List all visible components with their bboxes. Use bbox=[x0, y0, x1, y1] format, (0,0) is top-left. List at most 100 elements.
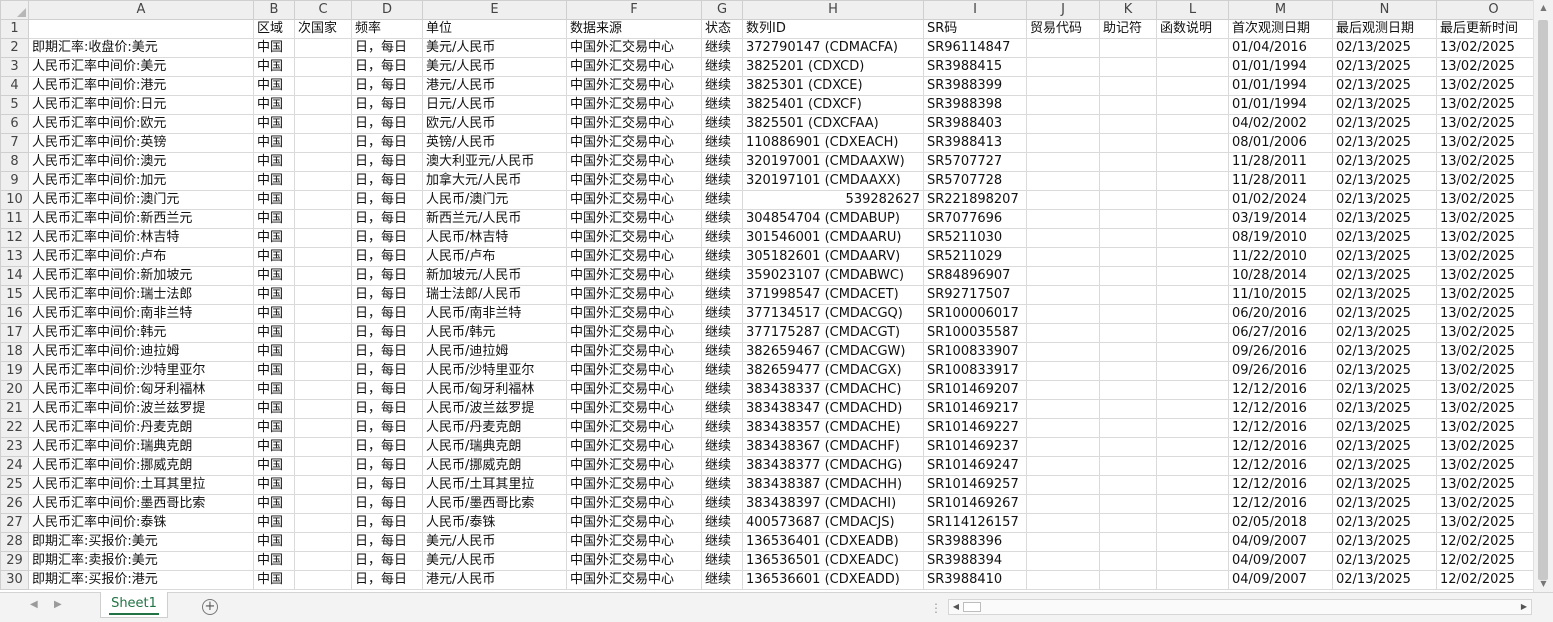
cell[interactable]: 继续 bbox=[701, 95, 743, 115]
column-header-h[interactable]: H bbox=[742, 0, 924, 20]
cell[interactable]: 日，每日 bbox=[351, 38, 423, 58]
cell[interactable]: 中国外汇交易中心 bbox=[566, 437, 702, 457]
cell[interactable]: 即期汇率:收盘价:美元 bbox=[28, 38, 254, 58]
cell[interactable]: 10/28/2014 bbox=[1228, 266, 1333, 286]
cell[interactable]: 03/19/2014 bbox=[1228, 209, 1333, 229]
cell[interactable]: 02/13/2025 bbox=[1332, 361, 1437, 381]
cell[interactable] bbox=[1026, 323, 1100, 343]
cell[interactable]: 377134517 (CMDACGQ) bbox=[742, 304, 924, 324]
cell[interactable]: 08/01/2006 bbox=[1228, 133, 1333, 153]
row-header-15[interactable]: 15 bbox=[0, 285, 29, 305]
cell[interactable] bbox=[1156, 513, 1229, 533]
cell[interactable]: 中国 bbox=[253, 361, 295, 381]
cell[interactable]: 02/13/2025 bbox=[1332, 380, 1437, 400]
cell[interactable]: 12/12/2016 bbox=[1228, 475, 1333, 495]
row-header-20[interactable]: 20 bbox=[0, 380, 29, 400]
cell[interactable] bbox=[1026, 285, 1100, 305]
cell[interactable]: SR3988413 bbox=[923, 133, 1027, 153]
cell[interactable] bbox=[1099, 209, 1157, 229]
cell[interactable] bbox=[294, 342, 352, 362]
cell[interactable]: 3825201 (CDXCD) bbox=[742, 57, 924, 77]
cell[interactable]: SR101469267 bbox=[923, 494, 1027, 514]
cell[interactable]: 中国 bbox=[253, 190, 295, 210]
row-header-19[interactable]: 19 bbox=[0, 361, 29, 381]
cell[interactable]: 320197001 (CMDAAXW) bbox=[742, 152, 924, 172]
cell[interactable]: SR101469247 bbox=[923, 456, 1027, 476]
cell[interactable]: 372790147 (CDMACFA) bbox=[742, 38, 924, 58]
cell[interactable] bbox=[1156, 456, 1229, 476]
cell[interactable]: 11/22/2010 bbox=[1228, 247, 1333, 267]
cell[interactable]: 383438387 (CMDACHH) bbox=[742, 475, 924, 495]
cell[interactable]: 中国 bbox=[253, 57, 295, 77]
cell[interactable] bbox=[294, 76, 352, 96]
cell[interactable]: 110886901 (CDXEACH) bbox=[742, 133, 924, 153]
cell[interactable]: SR114126157 bbox=[923, 513, 1027, 533]
cell[interactable]: 08/19/2010 bbox=[1228, 228, 1333, 248]
cell[interactable]: 13/02/2025 bbox=[1436, 475, 1533, 495]
cell[interactable] bbox=[1026, 114, 1100, 134]
cell[interactable]: 人民币汇率中间价:新加坡元 bbox=[28, 266, 254, 286]
cell[interactable]: 人民币/土耳其里拉 bbox=[422, 475, 567, 495]
cell[interactable] bbox=[1099, 76, 1157, 96]
column-header-e[interactable]: E bbox=[422, 0, 567, 20]
cell[interactable] bbox=[294, 551, 352, 571]
cell[interactable]: 中国外汇交易中心 bbox=[566, 475, 702, 495]
cell[interactable]: 02/13/2025 bbox=[1332, 304, 1437, 324]
cell[interactable]: 人民币汇率中间价:加元 bbox=[28, 171, 254, 191]
cell[interactable]: 瑞士法郎/人民币 bbox=[422, 285, 567, 305]
cell[interactable] bbox=[1099, 380, 1157, 400]
cell[interactable] bbox=[1156, 228, 1229, 248]
cell[interactable] bbox=[1156, 437, 1229, 457]
cell[interactable] bbox=[294, 418, 352, 438]
row-header-2[interactable]: 2 bbox=[0, 38, 29, 58]
cell[interactable]: 人民币/泰铢 bbox=[422, 513, 567, 533]
cell[interactable] bbox=[1156, 475, 1229, 495]
cell[interactable] bbox=[294, 285, 352, 305]
cell[interactable]: 继续 bbox=[701, 437, 743, 457]
cell[interactable] bbox=[1026, 475, 1100, 495]
cell[interactable]: 02/13/2025 bbox=[1332, 190, 1437, 210]
row-header-30[interactable]: 30 bbox=[0, 570, 29, 590]
next-sheet-icon[interactable]: ▶ bbox=[54, 599, 62, 610]
cell[interactable]: SR3988415 bbox=[923, 57, 1027, 77]
cell[interactable]: 人民币汇率中间价:澳门元 bbox=[28, 190, 254, 210]
cell[interactable] bbox=[1156, 38, 1229, 58]
cell[interactable]: 中国 bbox=[253, 342, 295, 362]
cell[interactable]: 320197101 (CMDAAXX) bbox=[742, 171, 924, 191]
cell[interactable]: 继续 bbox=[701, 209, 743, 229]
cell[interactable]: 400573687 (CMDACJS) bbox=[742, 513, 924, 533]
cell[interactable]: 中国 bbox=[253, 418, 295, 438]
row-header-12[interactable]: 12 bbox=[0, 228, 29, 248]
cell[interactable]: 中国 bbox=[253, 570, 295, 590]
header-cell[interactable]: 最后更新时间 bbox=[1436, 19, 1533, 39]
cell[interactable]: 继续 bbox=[701, 304, 743, 324]
cell[interactable]: 13/02/2025 bbox=[1436, 38, 1533, 58]
cell[interactable] bbox=[294, 456, 352, 476]
cell[interactable]: 02/13/2025 bbox=[1332, 513, 1437, 533]
row-header-13[interactable]: 13 bbox=[0, 247, 29, 267]
cell[interactable]: 日，每日 bbox=[351, 57, 423, 77]
cell[interactable]: 中国 bbox=[253, 285, 295, 305]
horizontal-scrollbar[interactable]: ◀ ▶ bbox=[948, 599, 1532, 615]
cell[interactable] bbox=[294, 171, 352, 191]
cell[interactable]: 人民币汇率中间价:墨西哥比索 bbox=[28, 494, 254, 514]
cell[interactable]: 中国外汇交易中心 bbox=[566, 209, 702, 229]
cell[interactable]: 美元/人民币 bbox=[422, 57, 567, 77]
cell[interactable] bbox=[1026, 190, 1100, 210]
cell[interactable]: 日，每日 bbox=[351, 133, 423, 153]
header-cell[interactable]: 数据来源 bbox=[566, 19, 702, 39]
cell[interactable]: 日，每日 bbox=[351, 456, 423, 476]
cell[interactable]: SR92717507 bbox=[923, 285, 1027, 305]
cell[interactable]: 02/13/2025 bbox=[1332, 532, 1437, 552]
cell[interactable] bbox=[1026, 152, 1100, 172]
cell[interactable]: 人民币汇率中间价:澳元 bbox=[28, 152, 254, 172]
cell[interactable]: 中国 bbox=[253, 114, 295, 134]
cell[interactable] bbox=[1156, 209, 1229, 229]
cell[interactable] bbox=[1099, 114, 1157, 134]
row-header-28[interactable]: 28 bbox=[0, 532, 29, 552]
cell[interactable]: 13/02/2025 bbox=[1436, 190, 1533, 210]
cell[interactable]: 13/02/2025 bbox=[1436, 323, 1533, 343]
cell[interactable]: 继续 bbox=[701, 247, 743, 267]
cell[interactable]: 继续 bbox=[701, 285, 743, 305]
cell[interactable] bbox=[1099, 551, 1157, 571]
